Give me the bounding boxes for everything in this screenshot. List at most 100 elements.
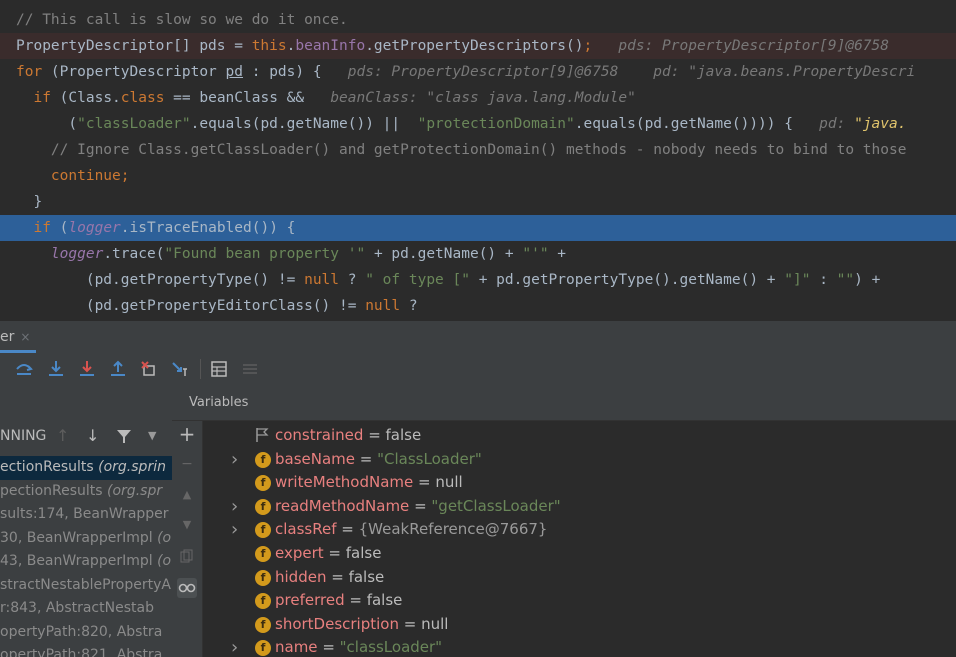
variable-row[interactable]: f writeMethodName = null: [203, 471, 956, 495]
toolbar-separator: [200, 359, 201, 379]
code-line[interactable]: continue;: [0, 163, 956, 189]
frame-method: sults:174, BeanWrapper: [0, 506, 169, 522]
code-line[interactable]: if (Class.class == beanClass && beanClas…: [0, 85, 956, 111]
code-token: null: [365, 298, 401, 314]
code-token: pd:: [792, 116, 855, 132]
chevron-right-icon[interactable]: ›: [231, 495, 238, 519]
field-icon: f: [255, 593, 271, 610]
stack-frame[interactable]: pectionResults (org.spr: [0, 480, 172, 504]
code-token: ) +: [854, 272, 881, 288]
stack-frame[interactable]: opertyPath:821, Abstra: [0, 644, 172, 657]
arrow-up-icon[interactable]: ↑: [56, 420, 69, 452]
code-line[interactable]: ("classLoader".equals(pd.getName()) || "…: [0, 111, 956, 137]
step-out-icon[interactable]: [108, 359, 128, 379]
chevron-right-icon[interactable]: ›: [231, 518, 238, 542]
variable-row[interactable]: › f baseName = "ClassLoader": [203, 448, 956, 472]
equals-sign: =: [336, 520, 359, 539]
frame-method: ectionResults: [0, 459, 94, 475]
variable-text: shortDescription = null: [275, 613, 448, 637]
code-line[interactable]: }: [0, 189, 956, 215]
arrow-down-icon[interactable]: ↓: [86, 420, 99, 452]
code-editor[interactable]: // This call is slow so we do it once. Pr…: [0, 0, 956, 321]
force-step-into-icon[interactable]: [77, 359, 97, 379]
filter-icon[interactable]: [116, 420, 132, 456]
run-to-cursor-icon[interactable]: [170, 359, 190, 379]
stack-frame[interactable]: opertyPath:820, Abstra: [0, 621, 172, 645]
code-token: (Class.: [59, 90, 121, 106]
move-down-icon[interactable]: ▼: [177, 514, 197, 534]
variable-row[interactable]: › f readMethodName = "getClassLoader": [203, 495, 956, 519]
code-token: if: [33, 220, 60, 236]
code-line[interactable]: // Ignore Class.getClassLoader() and get…: [0, 137, 956, 163]
code-token: pds: PropertyDescriptor[9]@6758: [592, 38, 889, 54]
frames-list[interactable]: ectionResults (org.sprin pectionResults (…: [0, 452, 172, 657]
move-up-icon[interactable]: ▲: [177, 484, 197, 504]
variable-text: classRef = {WeakReference@7667}: [275, 518, 547, 542]
code-token: logger: [50, 246, 104, 262]
code-line[interactable]: for (PropertyDescriptor pd : pds) { pds:…: [0, 59, 956, 85]
code-token: " of type [": [365, 272, 470, 288]
code-token: "java.: [854, 116, 907, 132]
variable-value: false: [348, 567, 385, 586]
variable-text: constrained = false: [275, 424, 421, 448]
code-token: // Ignore Class.getClassLoader() and get…: [16, 142, 907, 158]
chevron-right-icon[interactable]: ›: [231, 448, 238, 472]
evaluate-expression-icon[interactable]: [209, 359, 229, 379]
variables-side-toolbar: + − ▲ ▼: [172, 386, 203, 657]
glasses-icon[interactable]: [177, 578, 197, 598]
variable-text: readMethodName = "getClassLoader": [275, 495, 561, 519]
variable-row[interactable]: f preferred = false: [203, 589, 956, 613]
stack-frame[interactable]: sults:174, BeanWrapper: [0, 503, 172, 527]
variable-row[interactable]: f hidden = false: [203, 566, 956, 590]
code-token: +: [548, 246, 567, 262]
variables-tree[interactable]: constrained = false › f baseName = "ClassLo…: [203, 421, 956, 657]
stack-frame[interactable]: 43, BeanWrapperImpl (o: [0, 550, 172, 574]
trace-icon[interactable]: [240, 359, 260, 379]
code-token: "]": [784, 272, 811, 288]
code-token: .equals(pd.getName()))) {: [574, 116, 793, 132]
frames-panel-top: [0, 386, 172, 420]
frame-location: (org.spr: [102, 482, 163, 499]
variable-row[interactable]: f expert = false: [203, 542, 956, 566]
frame-method: 43, BeanWrapperImpl: [0, 553, 153, 569]
variable-row[interactable]: › f classRef = {WeakReference@7667}: [203, 518, 956, 542]
variables-header: Variables: [172, 386, 956, 421]
step-into-icon[interactable]: [46, 359, 66, 379]
copy-icon[interactable]: [177, 546, 197, 566]
code-token: null: [304, 272, 340, 288]
code-token: .equals(pd.getName()) ||: [190, 116, 418, 132]
chevron-right-icon[interactable]: ›: [231, 636, 238, 657]
stack-frame[interactable]: r:843, AbstractNestab: [0, 597, 172, 621]
variable-row[interactable]: constrained = false: [203, 424, 956, 448]
code-token: continue;: [50, 168, 130, 184]
code-token: logger: [68, 220, 121, 236]
code-token: // This call is slow so we do it once.: [16, 12, 348, 28]
code-line[interactable]: logger.trace("Found bean property '" + p…: [0, 241, 956, 267]
stack-frame[interactable]: 30, BeanWrapperImpl (o: [0, 527, 172, 551]
variable-name: writeMethodName: [275, 473, 414, 492]
variable-text: preferred = false: [275, 589, 402, 613]
plus-icon[interactable]: +: [177, 422, 197, 446]
debug-toolbar: [0, 353, 956, 387]
code-line-current[interactable]: if (logger.isTraceEnabled()) {: [0, 215, 956, 241]
stack-frame[interactable]: stractNestablePropertyA: [0, 574, 172, 598]
step-over-icon[interactable]: [14, 359, 34, 379]
tab-debugger[interactable]: er ×: [0, 321, 37, 353]
variable-row[interactable]: › f name = "classLoader": [203, 636, 956, 657]
minus-icon[interactable]: −: [177, 454, 197, 474]
code-line[interactable]: (pd.getPropertyEditorClass() != null ?: [0, 293, 956, 319]
code-line[interactable]: (pd.getPropertyType() != null ? " of typ…: [0, 267, 956, 293]
stack-frame[interactable]: ectionResults (org.sprin: [0, 456, 172, 480]
variable-name: readMethodName: [275, 496, 410, 515]
variable-text: name = "classLoader": [275, 636, 442, 657]
equals-sign: =: [413, 473, 436, 492]
code-line[interactable]: PropertyDescriptor[] pds = this.beanInfo…: [0, 33, 956, 59]
variable-row[interactable]: f shortDescription = null: [203, 613, 956, 637]
code-line[interactable]: // This call is slow so we do it once.: [0, 7, 956, 33]
chevron-down-icon[interactable]: ▼: [148, 420, 156, 452]
drop-frame-icon[interactable]: [139, 359, 159, 379]
close-icon[interactable]: ×: [20, 330, 30, 344]
